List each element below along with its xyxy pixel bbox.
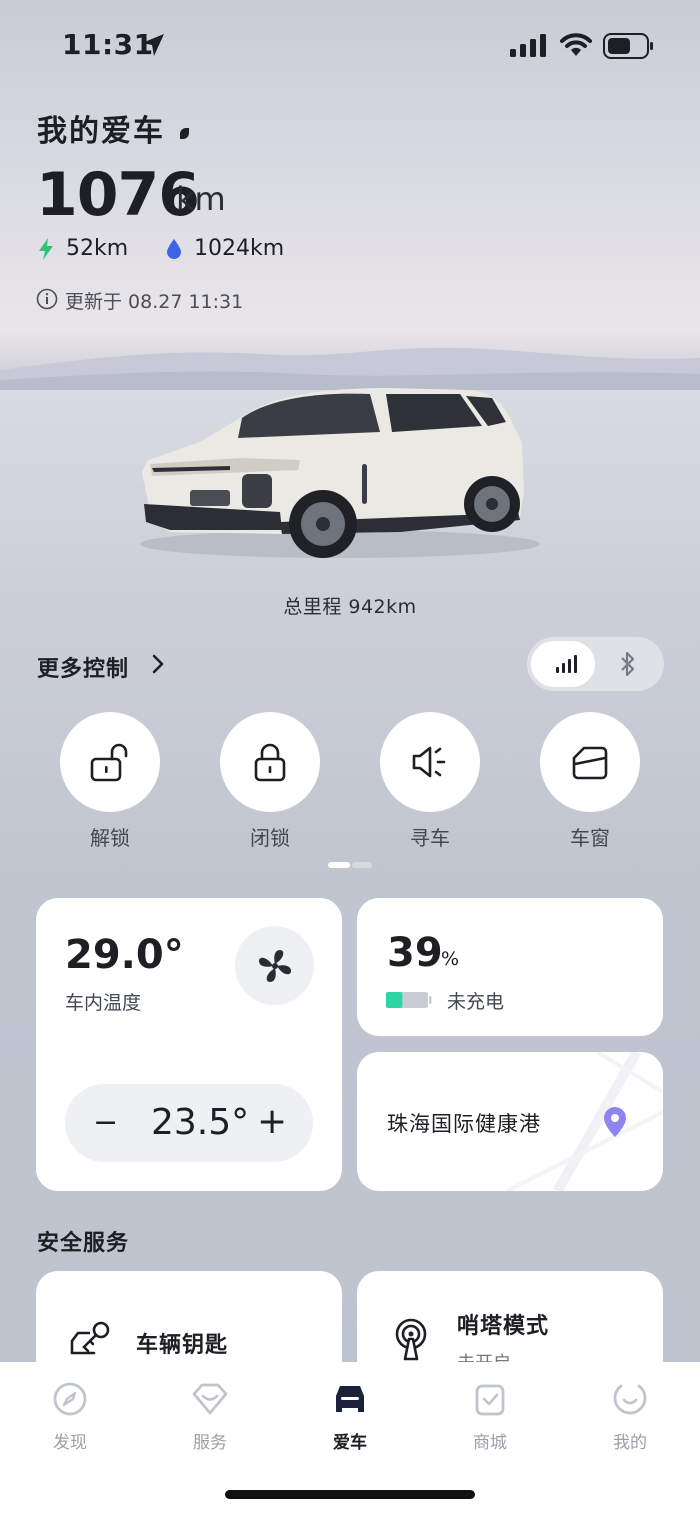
window-button-circle[interactable] xyxy=(540,712,640,812)
more-controls-link[interactable]: 更多控制 xyxy=(37,651,129,683)
car-image[interactable] xyxy=(130,372,540,572)
car-location-card[interactable]: 珠海国际健康港 xyxy=(357,1052,663,1191)
bottom-tab-bar: 发现 服务 爱车 商城 我的 xyxy=(0,1362,700,1514)
fuel-drop-icon xyxy=(167,239,181,259)
last-updated: 更新于 08.27 11:31 xyxy=(65,291,244,313)
unlock-button[interactable]: 解锁 xyxy=(60,712,160,851)
battery-percent: 39 xyxy=(387,930,443,976)
compass-icon xyxy=(53,1382,87,1416)
tab-my-car[interactable]: 爱车 xyxy=(300,1380,400,1453)
lock-button[interactable]: 闭锁 xyxy=(220,712,320,851)
find-car-button[interactable]: 寻车 xyxy=(380,712,480,851)
lightning-icon xyxy=(39,238,53,260)
map-pin-icon xyxy=(604,1107,626,1137)
window-icon xyxy=(572,746,608,780)
sentry-mode-label: 哨塔模式 xyxy=(457,1314,550,1339)
increase-temp-button[interactable]: + xyxy=(257,1104,287,1140)
connection-mode-toggle[interactable] xyxy=(527,637,664,691)
chevron-right-icon[interactable] xyxy=(148,652,168,676)
horn-icon xyxy=(412,746,446,778)
battery-status-icon xyxy=(603,33,653,59)
signal-icon xyxy=(510,34,546,57)
status-bar: 11:31 xyxy=(0,0,700,90)
find-car-label: 寻车 xyxy=(410,826,450,850)
total-range-value: 1076 xyxy=(36,160,200,230)
car-icon xyxy=(336,1386,364,1412)
car-location-name: 珠海国际健康港 xyxy=(387,1112,541,1136)
car-key-icon xyxy=(70,1321,110,1355)
unlock-label: 解锁 xyxy=(90,826,130,850)
fan-icon xyxy=(258,949,291,982)
find-car-button-circle[interactable] xyxy=(380,712,480,812)
tab-service-label: 服务 xyxy=(193,1433,227,1453)
location-arrow-icon xyxy=(142,34,164,56)
page-indicator xyxy=(328,862,372,868)
lock-button-circle[interactable] xyxy=(220,712,320,812)
tab-profile-label: 我的 xyxy=(613,1433,647,1453)
battery-percent-unit: % xyxy=(441,948,460,970)
bluetooth-icon[interactable] xyxy=(618,651,638,677)
battery-level-icon xyxy=(386,992,432,1008)
tab-service[interactable]: 服务 xyxy=(160,1380,260,1453)
charging-status: 未充电 xyxy=(447,991,505,1013)
wifi-icon xyxy=(560,33,592,56)
electric-range: 52km xyxy=(66,236,129,261)
home-indicator[interactable] xyxy=(225,1490,475,1499)
window-label: 车窗 xyxy=(570,826,610,850)
page-dot xyxy=(352,862,372,868)
battery-card[interactable]: 39 % 未充电 xyxy=(357,898,663,1036)
tab-my-car-label: 爱车 xyxy=(333,1433,367,1453)
lock-label: 闭锁 xyxy=(250,826,290,850)
tab-profile[interactable]: 我的 xyxy=(580,1380,680,1453)
heart-icon xyxy=(192,1383,228,1415)
shopping-bag-icon xyxy=(475,1384,505,1416)
window-button[interactable]: 车窗 xyxy=(540,712,640,851)
tab-discover[interactable]: 发现 xyxy=(20,1380,120,1453)
lock-icon xyxy=(254,743,286,782)
cabin-temperature-label: 车内温度 xyxy=(65,992,142,1014)
profile-icon xyxy=(613,1384,647,1415)
odometer: 总里程 942km xyxy=(283,596,417,618)
unlock-icon xyxy=(90,743,128,782)
tab-store[interactable]: 商城 xyxy=(440,1380,540,1453)
set-temperature: 23.5° xyxy=(151,1102,250,1143)
info-icon xyxy=(36,288,58,310)
tab-store-label: 商城 xyxy=(473,1433,507,1453)
sentry-tower-icon xyxy=(395,1318,427,1361)
decrease-temp-button[interactable]: − xyxy=(93,1108,118,1138)
cabin-temperature: 29.0° xyxy=(65,932,184,978)
temperature-setpoint: − 23.5° + xyxy=(65,1084,313,1162)
page-title: 我的爱车 xyxy=(37,114,165,149)
fan-button[interactable] xyxy=(235,926,314,1005)
total-range-unit: km xyxy=(176,180,226,218)
page-dot-active xyxy=(328,862,350,868)
climate-card[interactable]: 29.0° 车内温度 − 23.5° + xyxy=(36,898,342,1191)
safety-section-title: 安全服务 xyxy=(37,1231,130,1256)
cellular-mode-option[interactable] xyxy=(531,641,595,687)
unlock-button-circle[interactable] xyxy=(60,712,160,812)
fuel-range: 1024km xyxy=(194,236,285,261)
tab-discover-label: 发现 xyxy=(53,1433,87,1453)
car-key-label: 车辆钥匙 xyxy=(136,1333,229,1358)
cellular-signal-icon xyxy=(556,655,577,673)
